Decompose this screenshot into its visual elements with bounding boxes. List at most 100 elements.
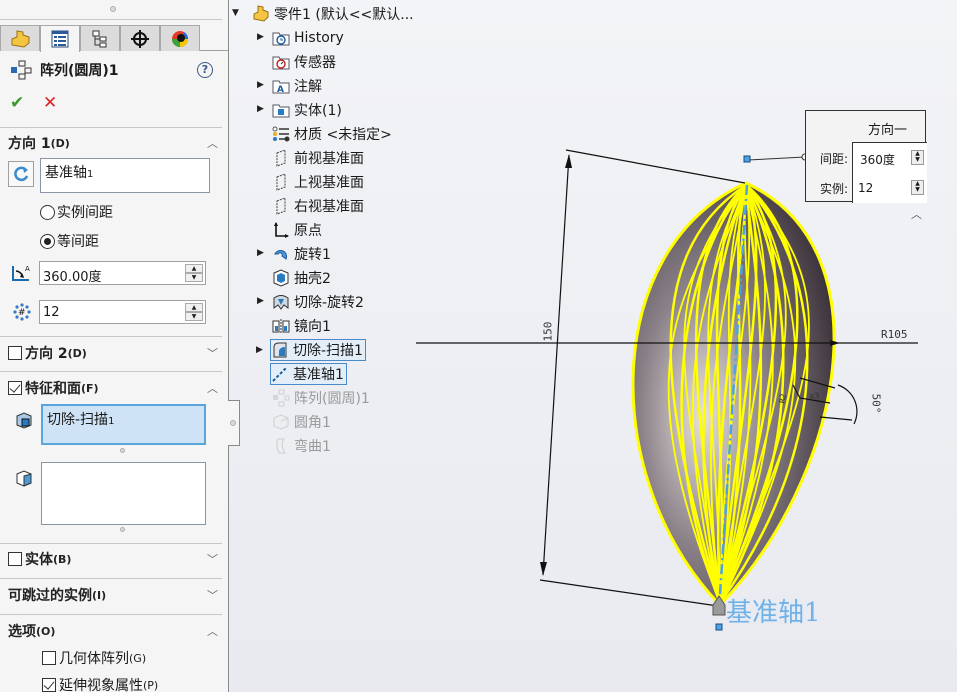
axis-label[interactable]: 基准轴1 xyxy=(726,592,821,629)
radio-button[interactable] xyxy=(40,204,55,220)
direction2-section-header[interactable]: 方向 2 (D) ﹀ xyxy=(8,343,222,363)
tree-item[interactable]: 弯曲1 xyxy=(272,435,331,457)
options-heading: 选项 xyxy=(8,624,36,640)
options-shortcut: (O) xyxy=(36,624,56,638)
axis-endpoint-handle[interactable] xyxy=(715,623,723,631)
tree-item-label: 基准轴1 xyxy=(293,367,344,383)
tree-item-label: 弯曲1 xyxy=(294,439,331,455)
pattern-callout: 方向一 间距: 实例: 360度 ▲ ▼ 12 ▲ ▼ xyxy=(805,110,927,203)
small-dimension-text[interactable]: R2 xyxy=(778,393,789,404)
features-faces-section-header[interactable]: 特征和面 (F) ︿ xyxy=(8,378,222,398)
collapse-arrow-icon[interactable]: ▼ xyxy=(232,8,239,18)
equal-spacing-label: 等间距 xyxy=(57,234,99,250)
tree-item[interactable]: ▶ 切除-扫描1 xyxy=(256,339,366,361)
svg-text:#: # xyxy=(18,308,26,318)
tab-featuremanager[interactable] xyxy=(0,25,40,51)
tree-item[interactable]: ▶ 实体(1) xyxy=(257,99,342,121)
expand-arrow-icon[interactable]: ▶ xyxy=(257,80,264,90)
tree-item[interactable]: 右视基准面 xyxy=(272,195,364,217)
axis-endpoint-handle[interactable] xyxy=(743,155,751,163)
tree-item[interactable]: 基准轴1 xyxy=(270,363,347,385)
tree-root[interactable]: ▼ 零件1 (默认<<默认... xyxy=(232,3,414,25)
equal-spacing-radio[interactable]: 等间距 xyxy=(40,231,99,251)
tab-display[interactable] xyxy=(160,25,200,51)
pattern-axis-field[interactable]: 基准轴1 xyxy=(40,158,210,193)
direction2-checkbox[interactable] xyxy=(8,346,22,360)
propagate-visual-option[interactable]: 延伸视象属性 (P) xyxy=(42,675,158,692)
panel-collapse-handle[interactable] xyxy=(228,400,240,446)
manager-tabbar xyxy=(0,25,228,52)
callout-spacing-value[interactable]: 360度 xyxy=(860,151,895,168)
collapse-icon[interactable]: ︿ xyxy=(207,380,218,396)
spin-down-icon[interactable]: ▼ xyxy=(185,312,203,321)
svg-text:A: A xyxy=(277,85,284,94)
expand-icon[interactable]: ﹀ xyxy=(207,551,218,567)
geometry-pattern-checkbox[interactable] xyxy=(42,651,56,665)
tab-configurationmanager[interactable] xyxy=(80,25,120,51)
spin-up-icon[interactable]: ▲ xyxy=(185,303,203,312)
propagate-visual-checkbox[interactable] xyxy=(42,678,56,692)
expand-arrow-icon[interactable]: ▶ xyxy=(257,296,264,306)
tree-item[interactable]: ▶ 切除-旋转2 xyxy=(257,291,364,313)
tree-item-label: 右视基准面 xyxy=(294,199,364,215)
pm-title: 阵列(圆周)1 xyxy=(10,60,119,80)
tree-item[interactable]: 原点 xyxy=(272,219,322,241)
collapse-icon[interactable]: ︿ xyxy=(207,135,218,151)
options-section-header[interactable]: 选项 (O) ︿ xyxy=(8,621,222,641)
ok-button[interactable]: ✔ xyxy=(10,93,24,113)
tree-item[interactable]: ▶ A 注解 xyxy=(257,75,322,97)
angle-input[interactable]: 360.00度 ▲ ▼ xyxy=(39,261,206,285)
tree-item[interactable]: ▶ 旋转1 xyxy=(257,243,331,265)
tree-item[interactable]: 圆角1 xyxy=(272,411,331,433)
tree-item[interactable]: 传感器 xyxy=(272,51,336,73)
crosshair-icon xyxy=(131,29,149,48)
tree-item[interactable]: 镜向1 xyxy=(272,315,331,337)
skip-instances-section-header[interactable]: 可跳过的实例 (I) ﹀ xyxy=(8,585,222,605)
tree-item[interactable]: ▶ History xyxy=(257,27,344,49)
instance-spacing-radio[interactable]: 实例间距 xyxy=(40,202,113,222)
callout-instances-value[interactable]: 12 xyxy=(858,181,873,195)
panel-resize-grip[interactable] xyxy=(110,6,116,12)
callout-spacing-spinner[interactable]: ▲ ▼ xyxy=(911,150,924,165)
expand-arrow-icon[interactable]: ▶ xyxy=(257,32,264,42)
radius-dimension-text[interactable]: R105 xyxy=(881,328,908,341)
expand-icon[interactable]: ﹀ xyxy=(207,587,218,603)
faces-to-pattern-list[interactable] xyxy=(41,462,206,525)
tab-dimxpert[interactable] xyxy=(120,25,160,51)
tree-item[interactable]: 前视基准面 xyxy=(272,147,364,169)
expand-arrow-icon[interactable]: ▶ xyxy=(256,345,263,355)
angle-spinner[interactable]: ▲ ▼ xyxy=(185,264,203,282)
list-resize-grip[interactable] xyxy=(120,527,125,532)
angle-dimension-text[interactable]: 50° xyxy=(869,394,882,414)
spin-down-icon[interactable]: ▼ xyxy=(185,273,203,282)
reverse-direction-button[interactable] xyxy=(8,161,34,187)
bodies-checkbox[interactable] xyxy=(8,552,22,566)
tree-item[interactable]: 阵列(圆周)1 xyxy=(272,387,370,409)
spin-up-icon[interactable]: ▲ xyxy=(185,264,203,273)
callout-instances-spinner[interactable]: ▲ ▼ xyxy=(911,180,924,195)
expand-arrow-icon[interactable]: ▶ xyxy=(257,248,264,258)
instances-spinner[interactable]: ▲ ▼ xyxy=(185,303,203,321)
radio-button[interactable] xyxy=(40,233,55,249)
height-dimension-text[interactable]: 150 xyxy=(541,322,554,342)
direction1-section-header[interactable]: 方向 1 (D) ︿ xyxy=(8,133,222,153)
help-icon[interactable]: ? xyxy=(197,62,213,78)
tab-propertymanager[interactable] xyxy=(40,25,80,52)
direction2-shortcut: (D) xyxy=(67,346,87,360)
list-resize-grip[interactable] xyxy=(120,448,125,453)
bodies-section-header[interactable]: 实体 (B) ﹀ xyxy=(8,549,222,569)
tree-item[interactable]: 上视基准面 xyxy=(272,171,364,193)
tree-item[interactable]: 材质 <未指定> xyxy=(272,123,392,145)
expand-icon[interactable]: ﹀ xyxy=(207,345,218,361)
collapse-icon[interactable]: ︿ xyxy=(207,623,218,639)
tree-item[interactable]: 抽壳2 xyxy=(272,267,331,289)
expand-arrow-icon[interactable]: ▶ xyxy=(257,104,264,114)
callout-collapse-icon[interactable]: ︿ xyxy=(911,206,922,222)
features-to-pattern-list[interactable]: 切除-扫描1 xyxy=(41,404,206,445)
feature-list-item[interactable]: 切除-扫描 xyxy=(47,412,108,428)
features-faces-checkbox[interactable] xyxy=(8,381,22,395)
cancel-button[interactable]: ✕ xyxy=(43,93,57,113)
geometry-pattern-option[interactable]: 几何体阵列 (G) xyxy=(42,648,146,668)
instances-input[interactable]: 12 ▲ ▼ xyxy=(39,300,206,324)
svg-text:A: A xyxy=(25,265,30,273)
